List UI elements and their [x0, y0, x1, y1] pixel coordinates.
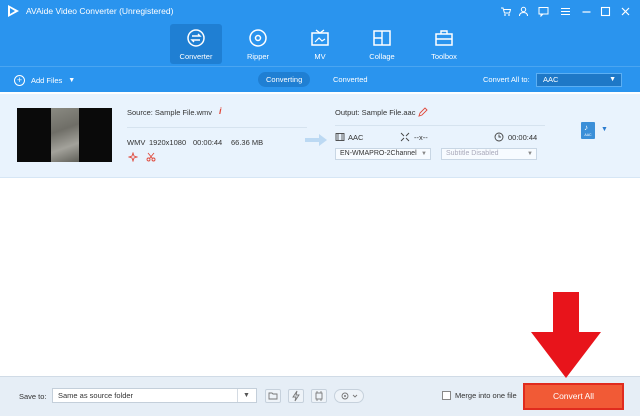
- source-resolution: 1920x1080: [149, 138, 187, 147]
- film-icon: [335, 133, 345, 141]
- plus-icon: +: [14, 74, 25, 86]
- menu-icon[interactable]: [558, 4, 572, 18]
- convert-all-button[interactable]: Convert All: [523, 383, 624, 410]
- source-format: WMV: [127, 138, 146, 147]
- output-format: AAC: [348, 133, 364, 142]
- tab-collage-label: Collage: [369, 52, 395, 61]
- output-resolution: --x--: [414, 133, 428, 142]
- tab-mv[interactable]: MV: [294, 24, 346, 64]
- convert-all-format-select[interactable]: AAC ▼: [536, 73, 622, 87]
- maximize-icon[interactable]: [598, 4, 612, 18]
- clock-icon: [494, 132, 504, 142]
- tab-ripper-label: Ripper: [246, 52, 270, 61]
- audio-track-select[interactable]: EN-WMAPRO-2Channel ▼: [335, 148, 431, 160]
- chevron-down-icon: ▼: [609, 76, 616, 83]
- info-icon[interactable]: i: [219, 106, 222, 116]
- source-size: 66.36 MB: [231, 138, 264, 147]
- save-path-field[interactable]: Same as source folder: [52, 388, 257, 403]
- hardware-accel-button[interactable]: [288, 389, 304, 403]
- tab-toolbox-label: Toolbox: [431, 52, 457, 61]
- close-icon[interactable]: [618, 4, 632, 18]
- tab-converter[interactable]: Converter: [170, 24, 222, 64]
- chip-icon: [315, 391, 323, 401]
- chevron-down-icon[interactable]: ▼: [601, 126, 608, 133]
- tab-converter-label: Converter: [179, 52, 213, 61]
- subtitle-select[interactable]: Subtitle Disabled ▼: [441, 148, 537, 160]
- subtitle-value: Subtitle Disabled: [446, 150, 499, 157]
- format-value: AAC: [543, 75, 559, 84]
- cut-icon[interactable]: [146, 152, 156, 162]
- badge-label: AAC: [584, 133, 592, 137]
- toolbox-icon: [435, 30, 453, 46]
- bottom-bar: Save to: Same as source folder ▼ Merge i…: [0, 376, 640, 416]
- chevron-down-icon: ▼: [527, 151, 533, 157]
- source-filename: Source: Sample File.wmv: [127, 108, 213, 117]
- save-path-value: Same as source folder: [58, 391, 134, 400]
- tab-converting[interactable]: Converting: [258, 72, 311, 87]
- gear-icon: [341, 392, 358, 400]
- red-arrow-down-icon: [531, 292, 601, 378]
- tab-ripper[interactable]: Ripper: [232, 24, 284, 64]
- merge-label: Merge into one file: [455, 391, 517, 400]
- lightning-icon: [292, 390, 300, 402]
- merge-checkbox[interactable]: [442, 391, 451, 400]
- chevron-down-icon[interactable]: ▼: [68, 77, 75, 84]
- add-files-label: Add Files: [31, 75, 63, 85]
- tab-toolbox[interactable]: Toolbox: [418, 24, 470, 64]
- user-icon[interactable]: [516, 4, 530, 18]
- app-logo-icon: [8, 5, 19, 17]
- tab-mv-label: MV: [314, 52, 326, 61]
- output-filename: Output: Sample File.aac: [335, 108, 416, 117]
- tab-collage[interactable]: Collage: [356, 24, 408, 64]
- app-title: AVAide Video Converter (Unregistered): [26, 6, 174, 16]
- music-note-icon: ♪: [584, 123, 588, 132]
- resize-icon: [400, 132, 410, 142]
- add-files-button[interactable]: + Add Files ▼: [14, 73, 75, 87]
- source-duration: 00:00:44: [193, 138, 223, 147]
- divider: [127, 127, 307, 128]
- save-to-label: Save to:: [19, 392, 47, 401]
- video-thumbnail[interactable]: [17, 108, 112, 162]
- file-item: Source: Sample File.wmv i WMV 1920x1080 …: [0, 94, 640, 178]
- collage-icon: [373, 30, 391, 46]
- gpu-button[interactable]: [311, 389, 327, 403]
- enhance-icon[interactable]: [128, 152, 138, 162]
- converter-icon: [187, 29, 205, 47]
- open-folder-button[interactable]: [265, 389, 281, 403]
- settings-button[interactable]: [334, 389, 364, 403]
- title-bar: AVAide Video Converter (Unregistered): [0, 0, 640, 22]
- audio-track-value: EN-WMAPRO-2Channel: [340, 150, 417, 157]
- feedback-icon[interactable]: [536, 4, 550, 18]
- app-header: AVAide Video Converter (Unregistered) Co…: [0, 0, 640, 66]
- output-format-badge[interactable]: ♪ AAC: [581, 122, 595, 139]
- minimize-icon[interactable]: [579, 4, 593, 18]
- divider: [335, 125, 545, 126]
- convert-all-to-label: Convert All to:: [483, 75, 530, 84]
- main-nav: Converter Ripper MV Collage Toolbox: [0, 22, 640, 66]
- chevron-down-icon: ▼: [421, 151, 427, 157]
- thumbnail-image: [51, 108, 79, 162]
- cart-icon[interactable]: [498, 4, 512, 18]
- output-duration: 00:00:44: [508, 133, 538, 142]
- convert-toolbar: + Add Files ▼ Converting Converted Conve…: [0, 66, 640, 92]
- mv-icon: [311, 29, 329, 46]
- ripper-icon: [249, 29, 267, 47]
- tab-converted[interactable]: Converted: [325, 72, 376, 87]
- folder-icon: [268, 392, 278, 400]
- arrow-right-icon: [305, 134, 327, 146]
- chevron-down-icon[interactable]: ▼: [237, 389, 255, 402]
- edit-icon[interactable]: [418, 107, 428, 117]
